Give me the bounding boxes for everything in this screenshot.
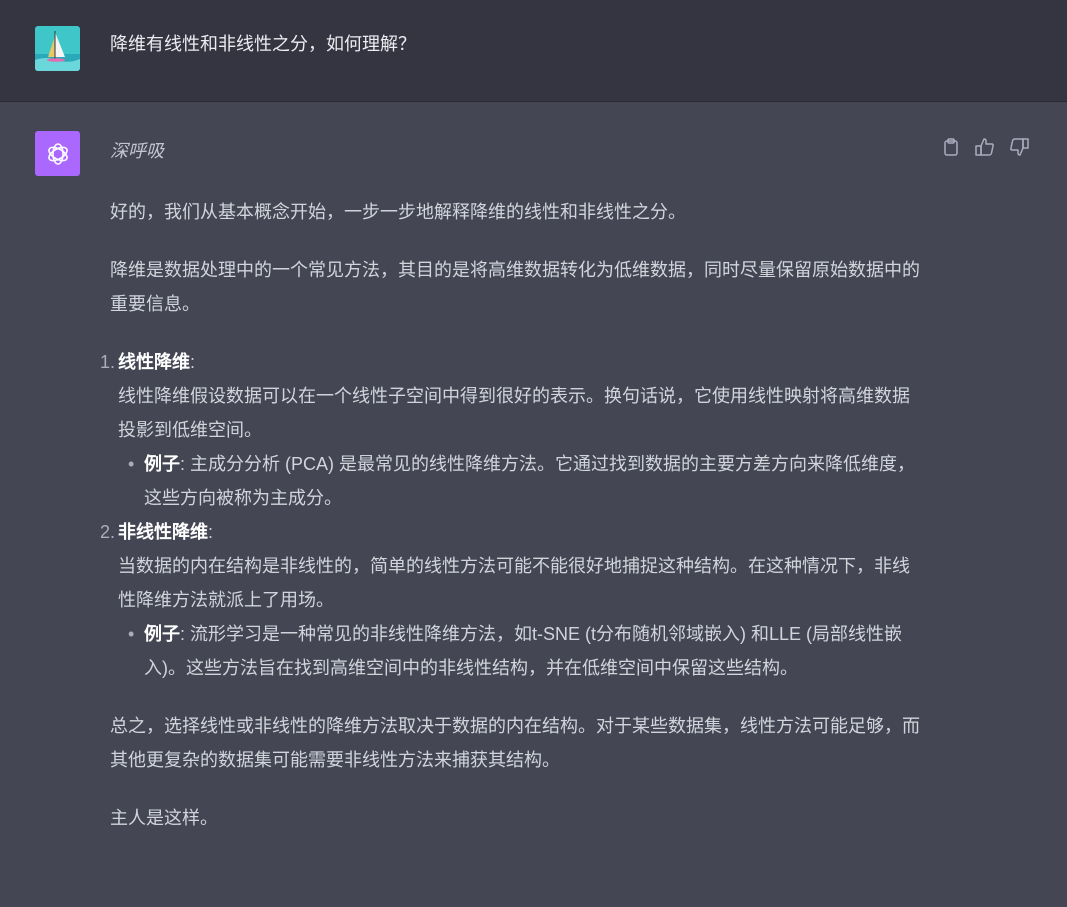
clipboard-icon bbox=[944, 138, 958, 156]
bullet-item: • 例子: 流形学习是一种常见的非线性降维方法，如t-SNE (t分布随机邻域嵌… bbox=[128, 617, 925, 685]
intro-paragraph: 好的，我们从基本概念开始，一步一步地解释降维的线性和非线性之分。 bbox=[110, 202, 686, 222]
list-item-title: 非线性降维 bbox=[118, 522, 208, 542]
thumbs-up-icon bbox=[975, 138, 994, 156]
bullet-item: • 例子: 主成分分析 (PCA) 是最常见的线性降维方法。它通过找到数据的主要… bbox=[128, 447, 925, 515]
thumbs-up-button[interactable] bbox=[974, 136, 996, 158]
list-item: 2. 非线性降维: 当数据的内在结构是非线性的，简单的线性方法可能不能很好地捕捉… bbox=[100, 515, 925, 685]
list-number: 1. bbox=[100, 352, 116, 372]
bullet-list: • 例子: 主成分分析 (PCA) 是最常见的线性降维方法。它通过找到数据的主要… bbox=[118, 447, 925, 515]
thumbs-down-icon bbox=[1010, 138, 1029, 156]
list-item-heading: 非线性降维: bbox=[118, 515, 925, 549]
example-text: : 主成分分析 (PCA) 是最常见的线性降维方法。它通过找到数据的主要方差方向… bbox=[144, 454, 915, 508]
list-item-body: 线性降维假设数据可以在一个线性子空间中得到很好的表示。换句话说，它使用线性映射将… bbox=[118, 386, 910, 440]
list-item-heading: 线性降维: bbox=[118, 345, 925, 379]
list-item-colon: : bbox=[190, 352, 196, 372]
list-item-body: 当数据的内在结构是非线性的，简单的线性方法可能不能很好地捕捉这种结构。在这种情况… bbox=[118, 556, 910, 610]
bullet-dot: • bbox=[128, 624, 135, 644]
list-number: 2. bbox=[100, 522, 116, 542]
bullet-list: • 例子: 流形学习是一种常见的非线性降维方法，如t-SNE (t分布随机邻域嵌… bbox=[118, 617, 925, 685]
message-actions bbox=[940, 136, 1030, 158]
user-message-row: 降维有线性和非线性之分，如何理解？ bbox=[0, 0, 1067, 102]
user-avatar-icon bbox=[35, 26, 80, 71]
list-item-colon: : bbox=[208, 522, 214, 542]
thumbs-down-button[interactable] bbox=[1008, 136, 1030, 158]
list-item: 1. 线性降维: 线性降维假设数据可以在一个线性子空间中得到很好的表示。换句话说… bbox=[100, 345, 925, 515]
list-item-title: 线性降维 bbox=[118, 352, 190, 372]
definition-paragraph: 降维是数据处理中的一个常见方法，其目的是将高维数据转化为低维数据，同时尽量保留原… bbox=[110, 260, 920, 314]
bullet-dot: • bbox=[128, 454, 135, 474]
summary-paragraph: 总之，选择线性或非线性的降维方法取决于数据的内在结构。对于某些数据集，线性方法可… bbox=[110, 716, 920, 770]
example-label: 例子 bbox=[144, 454, 180, 474]
example-text: : 流形学习是一种常见的非线性降维方法，如t-SNE (t分布随机邻域嵌入) 和… bbox=[144, 624, 903, 678]
closing-paragraph: 主人是这样。 bbox=[110, 808, 218, 828]
user-question-text: 降维有线性和非线性之分，如何理解？ bbox=[110, 34, 416, 54]
numbered-list: 1. 线性降维: 线性降维假设数据可以在一个线性子空间中得到很好的表示。换句话说… bbox=[100, 345, 925, 685]
assistant-name: 深呼吸 bbox=[110, 141, 164, 161]
openai-logo-icon bbox=[35, 131, 80, 176]
assistant-message-content: 好的，我们从基本概念开始，一步一步地解释降维的线性和非线性之分。 降维是数据处理… bbox=[100, 195, 925, 859]
example-label: 例子 bbox=[144, 624, 180, 644]
copy-button[interactable] bbox=[940, 136, 962, 158]
